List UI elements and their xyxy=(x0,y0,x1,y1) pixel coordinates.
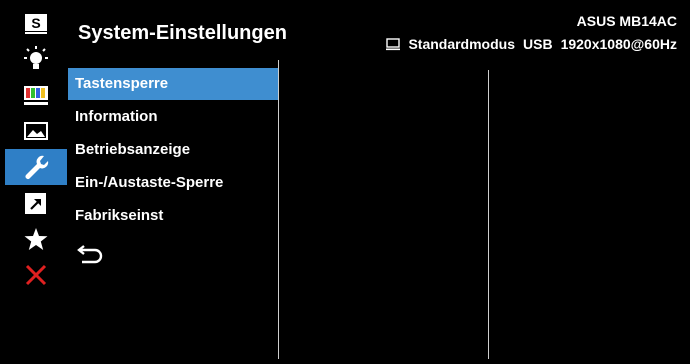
back-arrow-icon xyxy=(77,245,103,264)
sidebar-item-blue-light[interactable] xyxy=(5,41,67,77)
sidebar: S xyxy=(5,5,67,359)
column-divider xyxy=(488,70,489,359)
star-icon xyxy=(24,228,48,250)
status-bar: Standardmodus USB 1920x1080@60Hz xyxy=(386,36,677,52)
back-button[interactable] xyxy=(76,242,116,270)
sidebar-item-favorite[interactable] xyxy=(5,221,67,257)
sidebar-item-color[interactable] xyxy=(5,77,67,113)
color-bars-icon xyxy=(24,86,48,105)
sidebar-item-image[interactable] xyxy=(5,113,67,149)
sidebar-item-exit[interactable] xyxy=(5,257,67,293)
menu-item-tastensperre[interactable]: Tastensperre xyxy=(68,68,278,100)
input-label: USB xyxy=(523,36,553,52)
shortcut-arrow-icon xyxy=(25,193,46,214)
model-name: ASUS MB14AC xyxy=(576,13,677,29)
menu-panel: Tastensperre Information Betriebsanzeige… xyxy=(68,60,685,359)
menu-item-information[interactable]: Information xyxy=(68,101,278,133)
osd-window: S System-Einstellungen ASUS MB14AC Stand… xyxy=(0,0,690,364)
page-title: System-Einstellungen xyxy=(78,22,287,44)
image-icon xyxy=(24,122,48,140)
close-icon xyxy=(25,264,47,286)
menu-item-betriebsanzeige[interactable]: Betriebsanzeige xyxy=(68,134,278,166)
sidebar-item-shortcut[interactable] xyxy=(5,185,67,221)
sidebar-item-splendid[interactable]: S xyxy=(5,5,67,41)
menu-column: Tastensperre Information Betriebsanzeige… xyxy=(68,60,279,359)
menu-item-power-key-lock[interactable]: Ein-/Austaste-Sperre xyxy=(68,167,278,199)
monitor-icon xyxy=(386,37,401,50)
mode-label: Standardmodus xyxy=(408,36,516,52)
resolution-label: 1920x1080@60Hz xyxy=(560,36,677,52)
menu-item-fabrikseinst[interactable]: Fabrikseinst xyxy=(68,200,278,232)
svg-text:S: S xyxy=(31,15,40,31)
wrench-icon xyxy=(25,155,49,179)
sidebar-item-system[interactable] xyxy=(5,149,67,185)
header: System-Einstellungen ASUS MB14AC Standar… xyxy=(68,5,685,59)
splendid-s-icon: S xyxy=(25,14,47,34)
blue-light-filter-icon xyxy=(24,46,48,69)
